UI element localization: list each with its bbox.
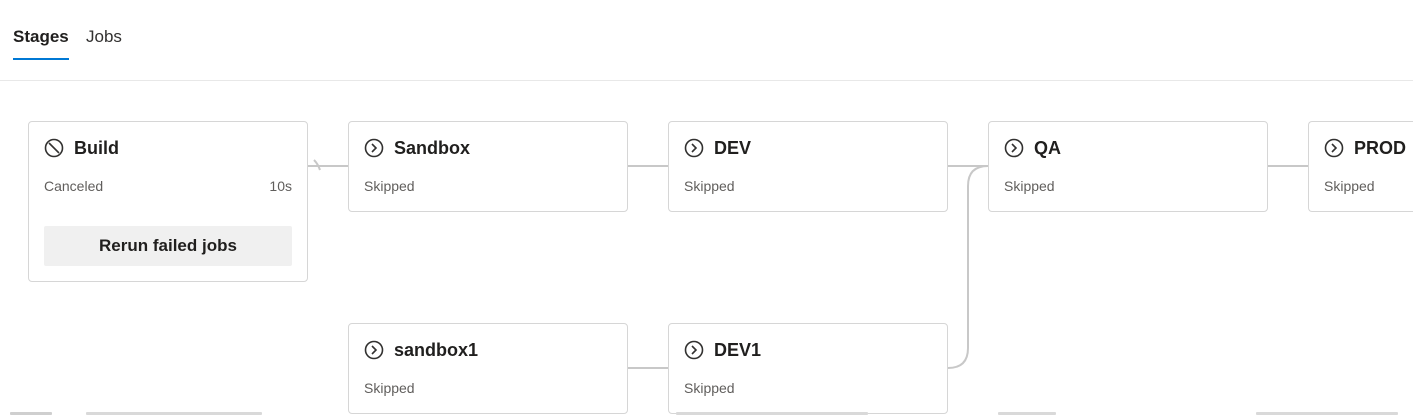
stage-card-sandbox[interactable]: Sandbox Skipped	[348, 121, 628, 212]
tab-stages[interactable]: Stages	[13, 26, 69, 60]
stage-name: DEV	[714, 137, 752, 158]
stage-header: Sandbox	[364, 137, 470, 159]
skipped-icon	[1004, 138, 1024, 158]
clipped-content-edge	[998, 412, 1056, 415]
clipped-content-edge	[676, 412, 868, 415]
stage-card-sandbox1[interactable]: sandbox1 Skipped	[348, 323, 628, 414]
stage-status: Skipped	[364, 380, 415, 396]
stage-status: Skipped	[364, 178, 415, 194]
stage-card-qa[interactable]: QA Skipped	[988, 121, 1268, 212]
skipped-icon	[1324, 138, 1344, 158]
stage-status: Canceled	[44, 178, 104, 194]
stage-name: Sandbox	[394, 137, 471, 158]
clipped-content-edge	[86, 412, 262, 415]
stage-card-dev[interactable]: DEV Skipped	[668, 121, 948, 212]
tab-jobs[interactable]: Jobs	[86, 26, 122, 58]
clipped-content-edge	[10, 412, 52, 415]
stage-status: Skipped	[684, 178, 735, 194]
stage-status: Skipped	[1324, 178, 1375, 194]
stage-status: Skipped	[684, 380, 735, 396]
stage-header: sandbox1	[364, 339, 478, 361]
stage-header: PROD	[1324, 137, 1406, 159]
stage-duration: 10s	[269, 178, 292, 194]
stage-status: Skipped	[1004, 178, 1055, 194]
stage-card-build[interactable]: Build Canceled 10s Rerun failed jobs	[28, 121, 308, 282]
stage-card-prod[interactable]: PROD Skipped	[1308, 121, 1413, 212]
canceled-icon	[44, 138, 64, 158]
stage-header: DEV1	[684, 339, 761, 361]
stage-view-tabs: Stages Jobs	[0, 0, 1413, 81]
stage-header: QA	[1004, 137, 1061, 159]
stage-header: DEV	[684, 137, 751, 159]
connector-build-arrowhead	[313, 159, 321, 171]
clipped-content-edge	[1256, 412, 1398, 415]
skipped-icon	[684, 138, 704, 158]
stage-name: PROD	[1354, 137, 1407, 158]
stage-name: Build	[74, 137, 119, 158]
stage-card-dev1[interactable]: DEV1 Skipped	[668, 323, 948, 414]
skipped-icon	[364, 138, 384, 158]
stage-header: Build	[44, 137, 119, 159]
rerun-failed-jobs-button[interactable]: Rerun failed jobs	[44, 226, 292, 266]
skipped-icon	[364, 340, 384, 360]
stage-name: DEV1	[714, 339, 762, 360]
stage-name: sandbox1	[394, 339, 479, 360]
skipped-icon	[684, 340, 704, 360]
connector-dev1-qa	[947, 165, 989, 369]
stage-name: QA	[1034, 137, 1061, 158]
